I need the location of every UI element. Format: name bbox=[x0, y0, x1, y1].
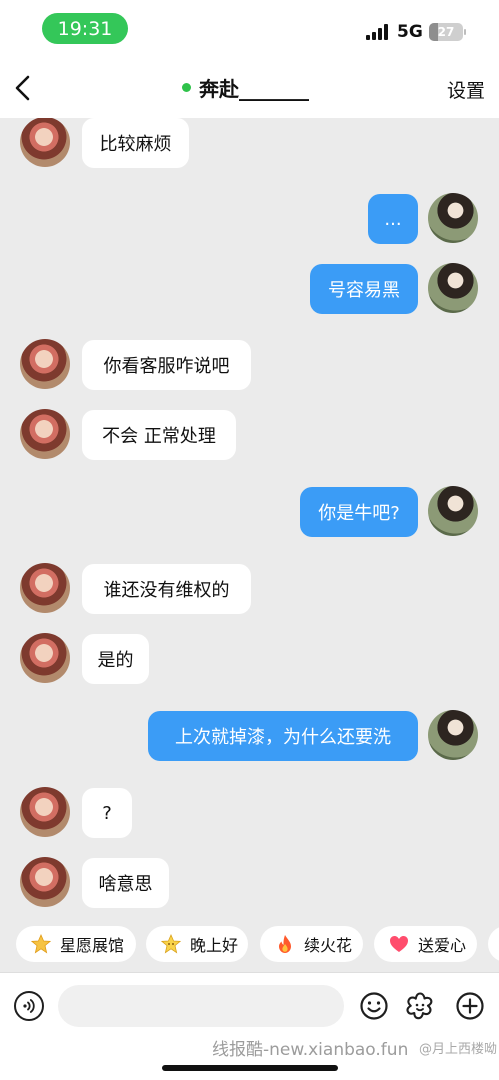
status-bar: 19:31 5G 27 bbox=[0, 0, 499, 58]
chat-header: 奔赴_______ 设置 bbox=[0, 58, 499, 118]
battery-level: 27 bbox=[437, 25, 455, 39]
status-time: 19:31 bbox=[42, 13, 128, 44]
message-row: 上次就掉漆，为什么还要洗 bbox=[0, 710, 499, 764]
message-row: 谁还没有维权的 bbox=[0, 563, 499, 617]
outgoing-message-bubble[interactable]: 号容易黑 bbox=[310, 264, 418, 314]
back-button[interactable] bbox=[10, 71, 40, 105]
message-row: 啥意思 bbox=[0, 857, 499, 911]
contact-avatar[interactable] bbox=[20, 787, 70, 837]
contact-avatar[interactable] bbox=[20, 409, 70, 459]
incoming-message-bubble[interactable]: 你看客服咋说吧 bbox=[82, 340, 251, 390]
outgoing-message-bubble[interactable]: 上次就掉漆，为什么还要洗 bbox=[148, 711, 418, 761]
emoji-icon bbox=[360, 992, 388, 1020]
weibo-watermark: @月上西楼呦 bbox=[419, 1042, 498, 1057]
quick-reply-send-love[interactable]: 送爱心 bbox=[374, 926, 477, 962]
incoming-message-bubble[interactable]: 啥意思 bbox=[82, 858, 169, 908]
flower-sticker-icon bbox=[406, 992, 433, 1020]
message-row: 不会 正常处理 bbox=[0, 409, 499, 463]
quick-reply-good-evening[interactable]: 晚上好 bbox=[146, 926, 248, 962]
quick-reply-bar: 星愿展馆 晚上好 续火花 送爱心 bbox=[0, 922, 499, 970]
contact-avatar[interactable] bbox=[20, 339, 70, 389]
contact-avatar[interactable] bbox=[20, 633, 70, 683]
message-list[interactable]: 比较麻烦 ... 号容易黑 你看客服咋说吧 不会 正常处理 你是牛吧? 谁还没有… bbox=[0, 118, 499, 920]
chat-title-group[interactable]: 奔赴_______ bbox=[182, 72, 309, 102]
contact-avatar[interactable] bbox=[20, 563, 70, 613]
battery-icon: 27 bbox=[429, 23, 463, 41]
quick-reply-star-gallery[interactable]: 星愿展馆 bbox=[16, 926, 136, 962]
quick-reply-more[interactable] bbox=[488, 926, 499, 962]
outgoing-message-bubble[interactable]: ... bbox=[368, 194, 418, 244]
quick-reply-label: 送爱心 bbox=[418, 936, 467, 955]
network-type: 5G bbox=[397, 22, 423, 42]
message-row: 你看客服咋说吧 bbox=[0, 339, 499, 393]
heart-icon bbox=[388, 933, 410, 955]
plus-icon bbox=[456, 992, 484, 1020]
my-avatar[interactable] bbox=[428, 710, 478, 760]
outgoing-message-bubble[interactable]: 你是牛吧? bbox=[300, 487, 418, 537]
my-avatar[interactable] bbox=[428, 193, 478, 243]
quick-reply-label: 续火花 bbox=[304, 936, 353, 955]
online-status-dot bbox=[182, 82, 191, 92]
message-row: 你是牛吧? bbox=[0, 486, 499, 540]
message-row: ... bbox=[0, 193, 499, 247]
flame-icon bbox=[274, 933, 296, 955]
chat-title: 奔赴_______ bbox=[199, 76, 309, 101]
emoji-button[interactable] bbox=[358, 990, 390, 1022]
message-row: 比较麻烦 bbox=[0, 118, 499, 171]
incoming-message-bubble[interactable]: ? bbox=[82, 788, 132, 838]
settings-button[interactable]: 设置 bbox=[447, 76, 485, 103]
message-input[interactable] bbox=[58, 985, 344, 1027]
my-avatar[interactable] bbox=[428, 263, 478, 313]
voice-icon bbox=[23, 999, 35, 1013]
home-indicator bbox=[162, 1065, 338, 1071]
incoming-message-bubble[interactable]: 谁还没有维权的 bbox=[82, 564, 251, 614]
message-row: 号容易黑 bbox=[0, 263, 499, 317]
quick-reply-label: 晚上好 bbox=[190, 936, 239, 955]
more-button[interactable] bbox=[454, 990, 486, 1022]
my-avatar[interactable] bbox=[428, 486, 478, 536]
quick-reply-keep-spark[interactable]: 续火花 bbox=[260, 926, 363, 962]
incoming-message-bubble[interactable]: 不会 正常处理 bbox=[82, 410, 236, 460]
incoming-message-bubble[interactable]: 是的 bbox=[82, 634, 149, 684]
watermark-text: 线报酷-new.xianbao.fun bbox=[212, 1040, 409, 1060]
message-row: ? bbox=[0, 787, 499, 841]
chevron-left-icon bbox=[15, 75, 30, 101]
incoming-message-bubble[interactable]: 比较麻烦 bbox=[82, 118, 189, 168]
quick-reply-label: 星愿展馆 bbox=[60, 936, 125, 955]
contact-avatar[interactable] bbox=[20, 118, 70, 167]
input-bar: 线报酷-new.xianbao.fun @月上西楼呦 bbox=[0, 972, 499, 1080]
voice-button[interactable] bbox=[14, 991, 44, 1021]
cellular-signal-icon bbox=[366, 24, 390, 40]
battery-cap bbox=[464, 29, 466, 35]
star-icon bbox=[30, 933, 52, 955]
sticker-button[interactable] bbox=[404, 990, 436, 1022]
smiling-star-icon bbox=[160, 933, 182, 955]
message-row: 是的 bbox=[0, 633, 499, 687]
contact-avatar[interactable] bbox=[20, 857, 70, 907]
